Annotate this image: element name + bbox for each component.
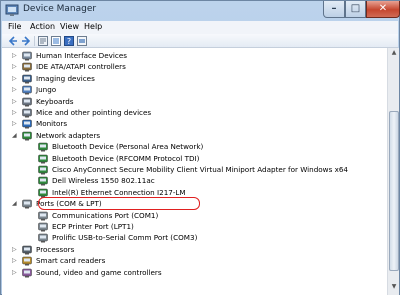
minimize-button[interactable]: – — [323, 1, 345, 18]
device-tree-icon[interactable] — [38, 36, 48, 46]
forward-arrow-icon[interactable] — [21, 36, 31, 46]
smartcard-icon — [22, 256, 32, 266]
expand-arrow-icon[interactable]: ▷ — [12, 63, 17, 70]
expand-arrow-icon[interactable]: ▷ — [12, 75, 17, 82]
tree-item-label: Imaging devices — [36, 73, 95, 83]
network-adapter-icon — [38, 154, 48, 164]
show-hidden-icon[interactable] — [77, 36, 87, 46]
collapse-arrow-icon[interactable]: ◢ — [12, 132, 17, 139]
tree-item-label: Jungo — [36, 85, 57, 95]
menu-action[interactable]: Action — [30, 22, 55, 31]
toolbar-separator — [34, 36, 35, 46]
tree-item-label: Prolific USB-to-Serial Comm Port (COM3) — [52, 233, 198, 243]
menu-bar: File Action View Help — [2, 21, 398, 34]
ide-icon — [22, 63, 32, 72]
network-adapter-icon — [38, 142, 48, 152]
tree-item-label: Sound, video and game controllers — [36, 267, 162, 277]
tree-item-label: Dell Wireless 1550 802.11ac — [52, 176, 155, 186]
tree-item-label: Bluetooth Device (RFCOMM Protocol TDI) — [52, 153, 200, 163]
tree-item-label: Monitors — [36, 119, 68, 129]
tree-item-label: Communications Port (COM1) — [52, 210, 159, 220]
port-icon — [22, 199, 32, 209]
vertical-scrollbar[interactable]: ▲ ▼ — [387, 48, 399, 295]
tree-item-label: Network adapters — [36, 130, 101, 140]
toolbar: ? — [2, 34, 398, 48]
expand-arrow-icon[interactable]: ▷ — [12, 52, 17, 59]
tree-item-label: Mice and other pointing devices — [36, 108, 152, 117]
device-manager-window: Device Manager – □ ✕ File Action View He… — [0, 0, 400, 295]
scroll-up-icon[interactable]: ▲ — [389, 49, 399, 60]
tree-item-label: Bluetooth Device (Personal Area Network) — [52, 142, 204, 152]
menu-help[interactable]: Help — [84, 22, 102, 31]
collapse-arrow-icon[interactable]: ◢ — [12, 200, 17, 207]
expand-arrow-icon[interactable]: ▷ — [12, 109, 17, 116]
expand-arrow-icon[interactable]: ▷ — [12, 269, 17, 276]
network-icon — [22, 131, 32, 141]
tree-item-label: IDE ATA/ATAPI controllers — [36, 62, 126, 72]
network-adapter-icon — [38, 165, 48, 175]
port-icon — [38, 211, 48, 221]
port-icon — [38, 234, 48, 243]
maximize-button[interactable]: □ — [345, 1, 366, 18]
help-icon[interactable]: ? — [64, 36, 74, 46]
tree-item-label: Smart card readers — [36, 256, 106, 266]
expand-arrow-icon[interactable]: ▷ — [12, 86, 17, 93]
tree-item-label: Keyboards — [36, 96, 74, 106]
tree-item-label: Processors — [36, 244, 75, 254]
tree-item-label: ECP Printer Port (LPT1) — [52, 222, 134, 231]
svg-text:?: ? — [67, 37, 71, 46]
expand-arrow-icon[interactable]: ▷ — [12, 120, 17, 127]
window-title: Device Manager — [23, 4, 97, 14]
close-button[interactable]: ✕ — [366, 1, 400, 18]
expand-arrow-icon[interactable]: ▷ — [12, 98, 17, 105]
tree-item-label: Cisco AnyConnect Secure Mobility Client … — [52, 165, 348, 174]
scrollbar-thumb[interactable] — [389, 111, 399, 271]
expand-arrow-icon[interactable]: ▷ — [12, 257, 17, 264]
menu-file[interactable]: File — [8, 22, 21, 31]
title-bar[interactable]: Device Manager – □ ✕ — [1, 1, 400, 21]
properties-icon[interactable] — [51, 36, 61, 46]
keyboard-icon — [22, 97, 32, 107]
jungo-icon — [22, 85, 32, 95]
hid-icon — [22, 51, 32, 61]
sound-icon — [22, 268, 32, 278]
camera-icon — [22, 74, 32, 84]
port-icon — [38, 222, 48, 232]
device-manager-app-icon — [5, 4, 19, 16]
scroll-down-icon[interactable]: ▼ — [389, 283, 399, 294]
back-arrow-icon[interactable] — [8, 36, 18, 46]
network-adapter-icon — [38, 177, 48, 186]
monitor-icon — [22, 120, 32, 129]
red-highlight-annotation — [38, 197, 200, 210]
menu-view[interactable]: View — [60, 22, 79, 31]
tree-item-label: Human Interface Devices — [36, 51, 127, 60]
device-tree: ▷ Human Interface Devices ▷ IDE ATA/ATAPI c… — [2, 48, 387, 295]
processor-icon — [22, 245, 32, 255]
expand-arrow-icon[interactable]: ▷ — [12, 246, 17, 253]
mouse-icon — [22, 108, 32, 118]
